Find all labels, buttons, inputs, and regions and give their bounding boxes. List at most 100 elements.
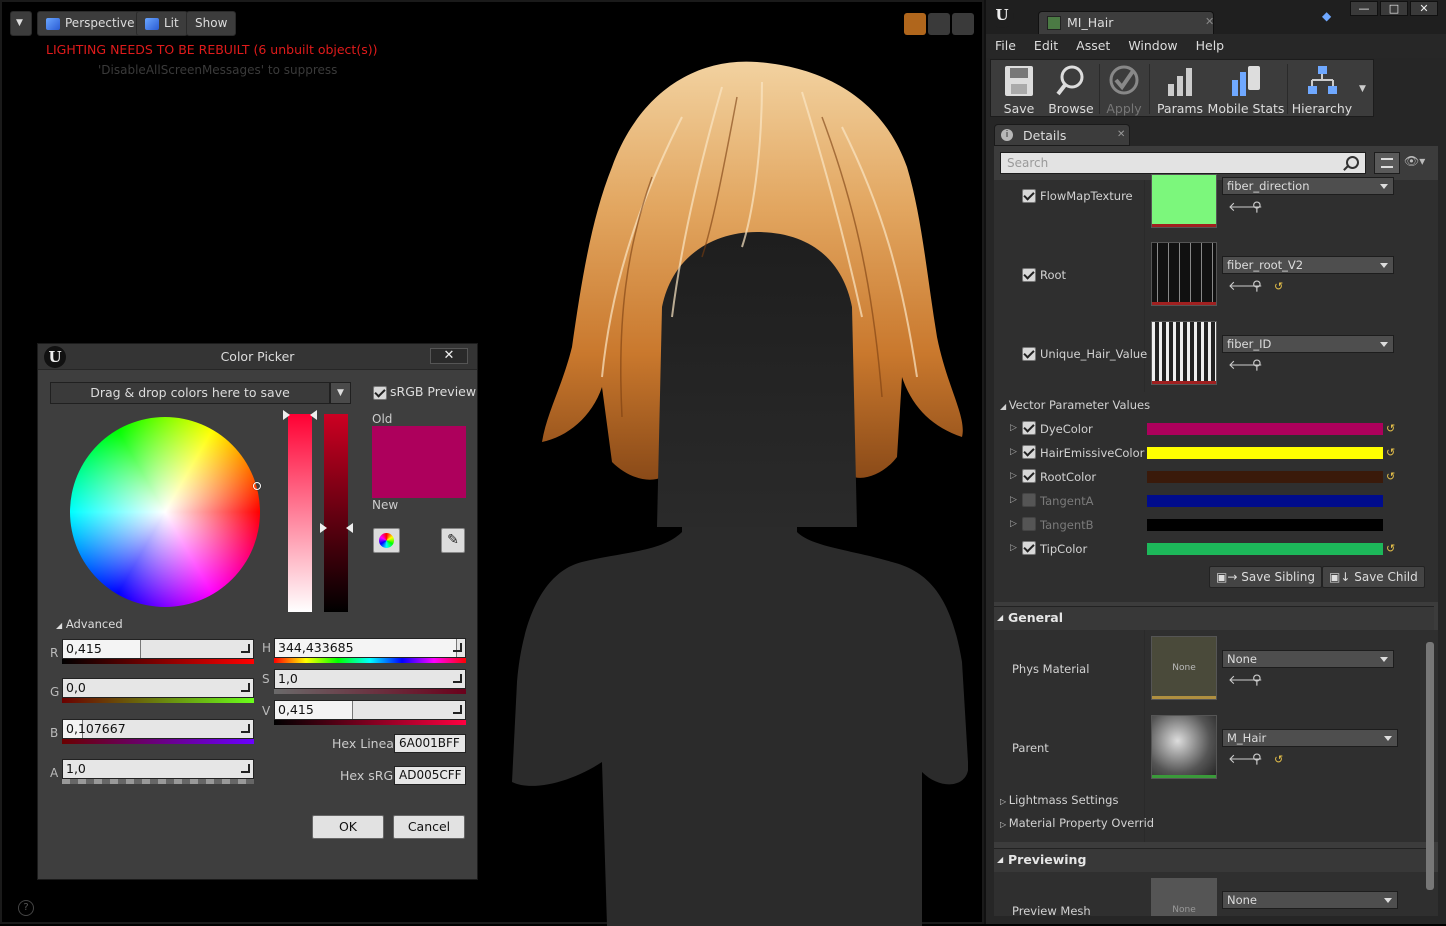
reset-to-default-icon[interactable]: ↺ (1274, 281, 1283, 292)
s-field[interactable]: 1,0 (274, 669, 466, 689)
tip-color-swatch[interactable] (1147, 543, 1383, 555)
color-wheel[interactable] (70, 417, 260, 607)
viewport-options-dropdown[interactable]: ▼ (10, 11, 32, 36)
menu-file[interactable]: File (986, 34, 1025, 58)
hierarchy-button[interactable]: Hierarchy (1289, 60, 1355, 118)
color-wheel-mode-button[interactable] (373, 528, 400, 553)
cancel-button[interactable]: Cancel (393, 815, 465, 839)
browse-asset-icon[interactable]: ⚲ (1252, 674, 1262, 687)
hair-emissive-color-swatch[interactable] (1147, 447, 1383, 459)
search-icon[interactable] (1346, 156, 1359, 169)
expand-arrow-icon[interactable]: ▷ (1010, 423, 1017, 433)
perspective-button[interactable]: Perspective (37, 11, 144, 36)
details-tab[interactable]: i Details ✕ (994, 124, 1130, 146)
tangent-b-swatch[interactable] (1147, 519, 1383, 531)
tangent-a-swatch[interactable] (1147, 495, 1383, 507)
scale-tool-icon[interactable] (952, 13, 974, 35)
hierarchy-dropdown-icon[interactable]: ▼ (1359, 84, 1366, 94)
close-tab-icon[interactable]: ✕ (1205, 15, 1214, 28)
save-child-button[interactable]: ▣↓ Save Child (1322, 566, 1425, 588)
browse-button[interactable]: Browse (1045, 60, 1097, 118)
tip-color-checkbox[interactable] (1022, 541, 1036, 555)
browse-asset-icon[interactable]: ⚲ (1252, 359, 1262, 372)
color-picker-titlebar[interactable]: U Color Picker ✕ (38, 344, 477, 370)
save-sibling-button[interactable]: ▣→ Save Sibling (1209, 566, 1322, 588)
close-button[interactable]: ✕ (430, 348, 468, 364)
root-color-swatch[interactable] (1147, 471, 1383, 483)
reset-to-default-icon[interactable]: ↺ (1386, 543, 1395, 554)
unique-hair-value-thumbnail[interactable] (1151, 321, 1217, 385)
flowmap-asset-combo[interactable]: fiber_direction (1222, 177, 1394, 195)
dye-color-checkbox[interactable] (1022, 421, 1036, 435)
parent-material-combo[interactable]: M_Hair (1222, 729, 1398, 747)
phys-material-combo[interactable]: None (1222, 650, 1394, 668)
menu-help[interactable]: Help (1187, 34, 1234, 58)
translate-tool-icon[interactable] (904, 13, 926, 35)
color-wheel-marker[interactable] (253, 482, 261, 490)
saved-colors-dropdown[interactable]: ▼ (330, 382, 351, 404)
parent-material-thumbnail[interactable] (1151, 715, 1217, 779)
save-button[interactable]: Save (995, 60, 1043, 118)
g-field[interactable]: 0,0 (62, 678, 254, 698)
lightmass-settings-row[interactable]: ▷ Lightmass Settings (1000, 793, 1118, 807)
minimize-button[interactable]: — (1350, 1, 1378, 16)
show-button[interactable]: Show (186, 11, 237, 36)
reset-to-default-icon[interactable]: ↺ (1386, 447, 1395, 458)
browse-asset-icon[interactable]: ⚲ (1252, 280, 1262, 293)
params-button[interactable]: Params (1153, 60, 1207, 118)
root-checkbox[interactable] (1022, 268, 1036, 282)
saturation-slider-handle-right[interactable] (310, 410, 317, 420)
maximize-button[interactable]: □ (1380, 1, 1408, 16)
expand-arrow-icon[interactable]: ▷ (1010, 543, 1017, 553)
material-property-overrides-row[interactable]: ▷ Material Property Overrid (1000, 816, 1154, 830)
saturation-slider-handle[interactable] (283, 410, 290, 420)
h-field[interactable]: 344,433685 (274, 638, 466, 658)
visibility-filter-button[interactable]: 👁▾ (1404, 154, 1438, 172)
help-icon[interactable]: ? (18, 900, 34, 916)
advanced-section-toggle[interactable]: ◢ Advanced (56, 617, 123, 631)
root-thumbnail[interactable] (1151, 242, 1217, 306)
value-slider-handle[interactable] (320, 523, 327, 533)
editor-titlebar[interactable]: U MI_Hair ✕ ◆ — □ ✕ (986, 0, 1446, 34)
ok-button[interactable]: OK (312, 815, 384, 839)
previewing-section-header[interactable]: ◢ Previewing (994, 848, 1434, 872)
hex-linear-input[interactable]: 6A001BFF (394, 734, 466, 753)
root-asset-combo[interactable]: fiber_root_V2 (1222, 256, 1394, 274)
dye-color-swatch[interactable] (1147, 423, 1383, 435)
tangent-a-checkbox[interactable] (1022, 493, 1036, 507)
hex-srgb-input[interactable]: AD005CFF (394, 766, 466, 785)
expand-arrow-icon[interactable]: ▷ (1010, 519, 1017, 529)
root-color-checkbox[interactable] (1022, 469, 1036, 483)
expand-arrow-icon[interactable]: ▷ (1010, 471, 1017, 481)
pin-icon[interactable]: ◆ (1322, 9, 1338, 23)
close-window-button[interactable]: ✕ (1410, 1, 1438, 16)
details-scrollbar[interactable] (1426, 642, 1434, 890)
general-section-header[interactable]: ◢ General (994, 606, 1434, 630)
unique-hair-value-checkbox[interactable] (1022, 347, 1036, 361)
menu-window[interactable]: Window (1119, 34, 1186, 58)
eyedropper-button[interactable]: ✎ (441, 528, 465, 553)
tangent-b-checkbox[interactable] (1022, 517, 1036, 531)
preview-mesh-combo[interactable]: None (1222, 891, 1398, 909)
phys-material-thumbnail[interactable]: None (1151, 636, 1217, 700)
v-field[interactable]: 0,415 (274, 700, 466, 720)
flowmap-thumbnail[interactable] (1151, 174, 1217, 228)
saturation-slider[interactable] (288, 414, 312, 612)
saved-colors-drop-zone[interactable]: Drag & drop colors here to save (50, 382, 330, 404)
expand-arrow-icon[interactable]: ▷ (1010, 495, 1017, 505)
flowmap-checkbox[interactable] (1022, 189, 1036, 203)
search-input[interactable]: Search (1000, 152, 1366, 174)
reset-to-default-icon[interactable]: ↺ (1386, 423, 1395, 434)
browse-asset-icon[interactable]: ⚲ (1252, 753, 1262, 766)
reset-to-default-icon[interactable]: ↺ (1386, 471, 1395, 482)
lit-button[interactable]: Lit (136, 11, 188, 36)
value-slider-handle-right[interactable] (346, 523, 353, 533)
expand-arrow-icon[interactable]: ▷ (1010, 447, 1017, 457)
hair-emissive-color-checkbox[interactable] (1022, 445, 1036, 459)
srgb-preview-checkbox[interactable] (373, 386, 387, 400)
rotate-tool-icon[interactable] (928, 13, 950, 35)
value-slider[interactable] (324, 414, 348, 612)
apply-button[interactable]: Apply (1101, 60, 1147, 118)
browse-asset-icon[interactable]: ⚲ (1252, 201, 1262, 214)
close-tab-icon[interactable]: ✕ (1117, 129, 1125, 140)
